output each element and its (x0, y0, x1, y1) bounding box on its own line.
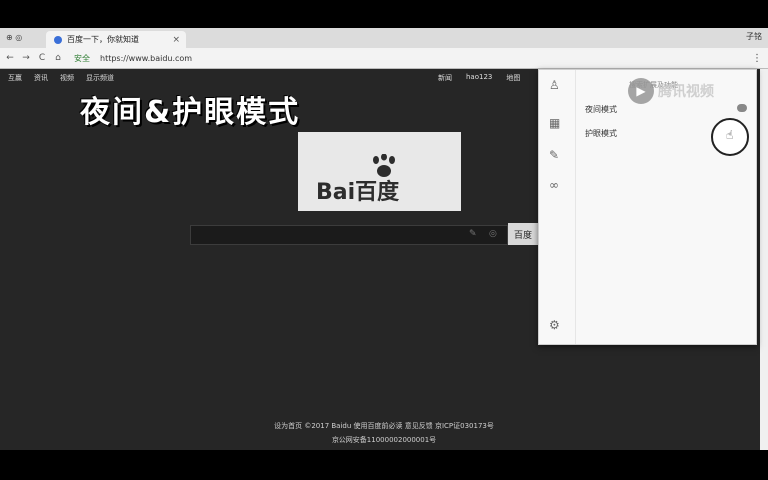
user-icon[interactable]: ♙ (549, 78, 560, 92)
binoculars-icon[interactable]: ∞ (549, 178, 559, 192)
pen-icon[interactable]: ✎ (549, 148, 559, 162)
eye-protect-option[interactable]: 护眼模式 (585, 128, 617, 139)
tab-controls-icon[interactable]: ⊕ ◎ (6, 33, 22, 42)
panel-rail: ♙ ▦ ✎ ∞ ⚙ (539, 70, 576, 344)
browser-window: ⊕ ◎ 百度一下，你就知道 × 子铭 ← → C ⌂ 安全 https://ww… (0, 28, 768, 450)
settings-icon[interactable]: ⚙ (549, 318, 560, 332)
menu-icon[interactable]: ⋮ (752, 53, 762, 64)
watermark: ▶ 腾讯视频 (628, 78, 714, 104)
tab-close-icon[interactable]: × (172, 35, 180, 45)
logo-text: Bai百度 (316, 180, 400, 205)
play-icon: ▶ (628, 78, 654, 104)
night-mode-option[interactable]: 夜间模式 (585, 104, 617, 115)
extension-panel: ♙ ▦ ✎ ∞ ⚙ 搜索扩展及功能 夜间模式 护眼模式 ☝ (538, 69, 757, 345)
footer-links[interactable]: 设为首页 ©2017 Baidu 使用百度前必读 意见反馈 京ICP证03017… (0, 421, 768, 431)
tab-title: 百度一下，你就知道 (67, 35, 139, 44)
search-input[interactable]: ✎ ◎ (190, 225, 508, 245)
forward-icon[interactable]: → (20, 53, 32, 63)
security-label[interactable]: 安全 (74, 53, 90, 64)
tab-baidu[interactable]: 百度一下，你就知道 × (46, 31, 186, 48)
baidu-logo: Bai百度 (298, 132, 461, 211)
address-bar: ← → C ⌂ 安全 https://www.baidu.com ⋮ (0, 48, 768, 69)
back-icon[interactable]: ← (4, 53, 16, 63)
profile-name[interactable]: 子铭 (746, 31, 762, 42)
night-mode-toggle[interactable] (737, 104, 747, 112)
cursor-icon: ☝ (726, 128, 734, 142)
voice-icon[interactable]: ✎ (469, 229, 477, 239)
top-nav-right: 新闻 hao123 地图 (438, 73, 520, 83)
footer-icp: 京公网安备11000002000001号 (331, 436, 437, 444)
grid-icon[interactable]: ▦ (549, 116, 560, 130)
overlay-title: 夜间&护眼模式 (80, 95, 301, 130)
reload-icon[interactable]: C (36, 53, 48, 63)
url-input[interactable]: https://www.baidu.com (100, 54, 192, 63)
camera-icon[interactable]: ◎ (489, 229, 497, 239)
nav-link[interactable]: 显示频道 (86, 73, 114, 83)
nav-link[interactable]: 视频 (60, 73, 74, 83)
cursor-highlight: ☝ (711, 118, 749, 156)
search-button[interactable]: 百度 (508, 223, 540, 245)
baidu-favicon-icon (54, 35, 62, 44)
nav-link-map[interactable]: 地图 (506, 73, 520, 83)
home-icon[interactable]: ⌂ (52, 53, 64, 63)
top-nav-left: 互赢 资讯 视频 显示频道 (8, 73, 114, 83)
nav-link-news[interactable]: 新闻 (438, 73, 452, 83)
watermark-text: 腾讯视频 (658, 84, 714, 100)
scrollbar[interactable] (760, 69, 768, 450)
nav-link[interactable]: 资讯 (34, 73, 48, 83)
nav-link[interactable]: 互赢 (8, 73, 22, 83)
nav-link-hao123[interactable]: hao123 (466, 73, 492, 83)
tab-bar: ⊕ ◎ 百度一下，你就知道 × 子铭 (0, 28, 768, 48)
